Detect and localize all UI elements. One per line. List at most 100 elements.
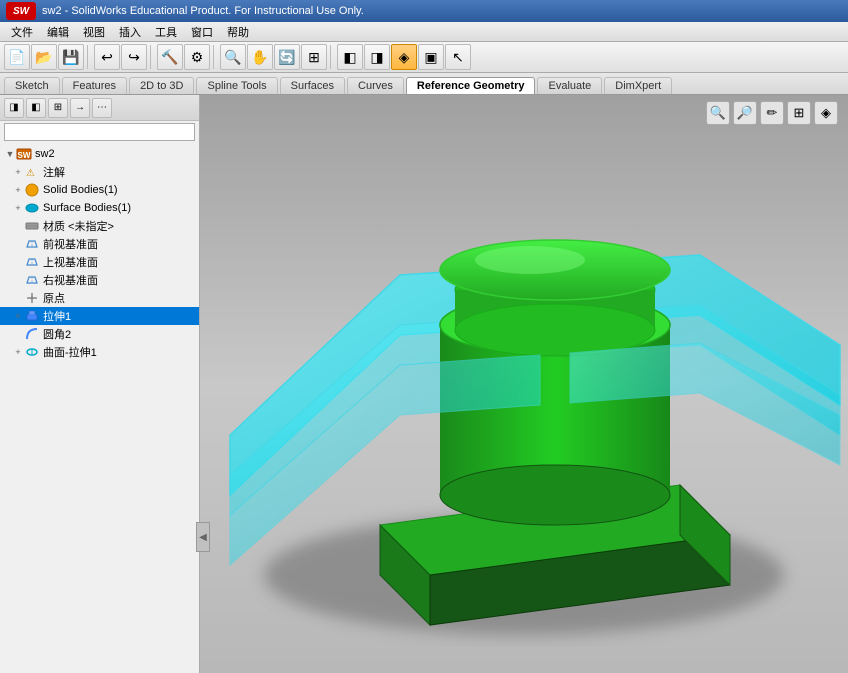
expand-solid-bodies: + — [12, 184, 24, 196]
tree-item-surface-extrude1[interactable]: + 曲面-拉伸1 — [0, 343, 199, 361]
feature-tree: ▼ SW sw2 + ⚠ 注解 + Solid Bodies( — [0, 143, 199, 673]
surface-extrude1-icon — [24, 344, 40, 360]
top-plane-icon — [24, 254, 40, 270]
filter-input[interactable] — [4, 123, 195, 141]
tree-item-surface-bodies[interactable]: + Surface Bodies(1) — [0, 199, 199, 217]
scene-svg — [200, 95, 848, 673]
toolbar-new-btn[interactable]: 📄 — [4, 44, 30, 70]
tree-label-surface-bodies: Surface Bodies(1) — [43, 202, 131, 214]
tab-reference-geometry[interactable]: Reference Geometry — [406, 77, 536, 94]
toolbar-active-btn[interactable]: ◈ — [391, 44, 417, 70]
tab-spline-tools[interactable]: Spline Tools — [196, 77, 277, 94]
toolbar-zoom-btn[interactable]: 🔍 — [220, 44, 246, 70]
vp-zoom-in-btn[interactable]: 🔍 — [706, 101, 730, 125]
vp-zoom-out-btn[interactable]: 🔎 — [733, 101, 757, 125]
tree-label-front-plane: 前视基准面 — [43, 236, 98, 252]
tab-curves[interactable]: Curves — [347, 77, 404, 94]
toolbar-select-btn[interactable]: ↖ — [445, 44, 471, 70]
toolbar-sep-4 — [330, 45, 334, 69]
panel-btn-3[interactable]: ⊞ — [48, 98, 68, 118]
tab-dimxpert[interactable]: DimXpert — [604, 77, 672, 94]
fillet2-icon — [24, 326, 40, 342]
toolbar-redo-btn[interactable]: ↪ — [121, 44, 147, 70]
vp-draw-btn[interactable]: ✏ — [760, 101, 784, 125]
tree-item-right-plane[interactable]: 右视基准面 — [0, 271, 199, 289]
tree-label-annotation: 注解 — [43, 164, 65, 180]
toolbar-section-btn[interactable]: ▣ — [418, 44, 444, 70]
tab-2d-to-3d[interactable]: 2D to 3D — [129, 77, 194, 94]
tree-item-top-plane[interactable]: 上视基准面 — [0, 253, 199, 271]
solidworks-logo: SW — [6, 2, 36, 20]
viewport-toolbar: 🔍 🔎 ✏ ⊞ ◈ — [706, 101, 838, 125]
menu-view[interactable]: 视图 — [76, 23, 112, 41]
panel-btn-4[interactable]: → — [70, 98, 90, 118]
expand-fillet2 — [12, 328, 24, 340]
expand-surface-bodies: + — [12, 202, 24, 214]
menu-file[interactable]: 文件 — [4, 23, 40, 41]
tree-label-material: 材质 <未指定> — [43, 218, 114, 234]
toolbar-rotate-btn[interactable]: 🔄 — [274, 44, 300, 70]
expand-front-plane — [12, 238, 24, 250]
toolbar-sep-2 — [150, 45, 154, 69]
tree-label-surface-extrude1: 曲面-拉伸1 — [43, 344, 97, 360]
tree-item-fillet2[interactable]: 圆角2 — [0, 325, 199, 343]
menu-tools[interactable]: 工具 — [148, 23, 184, 41]
toolbar-display-btn[interactable]: ◨ — [364, 44, 390, 70]
expand-material — [12, 220, 24, 232]
expand-extrude1: + — [12, 310, 24, 322]
tree-item-origin[interactable]: 原点 — [0, 289, 199, 307]
tree-item-solid-bodies[interactable]: + Solid Bodies(1) — [0, 181, 199, 199]
panel-btn-1[interactable]: ◨ — [4, 98, 24, 118]
titlebar: SW sw2 - SolidWorks Educational Product.… — [0, 0, 848, 22]
expand-origin — [12, 292, 24, 304]
toolbar-zoom-fit-btn[interactable]: ⊞ — [301, 44, 327, 70]
toolbar-area: 📄 📂 💾 ↩ ↪ 🔨 ⚙ 🔍 ✋ 🔄 ⊞ ◧ ◨ ◈ ▣ ↖ — [0, 42, 848, 73]
panel-collapse-btn[interactable]: ◀ — [196, 522, 210, 552]
menubar: 文件 编辑 视图 插入 工具 窗口 帮助 — [0, 22, 848, 42]
panel-btn-5[interactable]: ⋯ — [92, 98, 112, 118]
solid-bodies-icon — [24, 182, 40, 198]
menu-edit[interactable]: 编辑 — [40, 23, 76, 41]
3d-viewport[interactable]: 🔍 🔎 ✏ ⊞ ◈ — [200, 95, 848, 673]
filter-box[interactable] — [4, 123, 195, 141]
tab-surfaces[interactable]: Surfaces — [280, 77, 345, 94]
tree-label-solid-bodies: Solid Bodies(1) — [43, 184, 118, 196]
panel-btn-2[interactable]: ◧ — [26, 98, 46, 118]
vp-grid-btn[interactable]: ⊞ — [787, 101, 811, 125]
toolbar-save-btn[interactable]: 💾 — [58, 44, 84, 70]
feature-tree-panel: ◨ ◧ ⊞ → ⋯ ▼ SW sw2 + ⚠ 注 — [0, 95, 200, 673]
toolbar-options-btn[interactable]: ⚙ — [184, 44, 210, 70]
tab-sketch[interactable]: Sketch — [4, 77, 60, 94]
toolbar-undo-btn[interactable]: ↩ — [94, 44, 120, 70]
surface-bodies-icon — [24, 200, 40, 216]
tree-label-fillet2: 圆角2 — [43, 326, 71, 342]
title-text: sw2 - SolidWorks Educational Product. Fo… — [42, 5, 364, 17]
right-plane-icon — [24, 272, 40, 288]
toolbar-open-btn[interactable]: 📂 — [31, 44, 57, 70]
toolbar-row: 📄 📂 💾 ↩ ↪ 🔨 ⚙ 🔍 ✋ 🔄 ⊞ ◧ ◨ ◈ ▣ ↖ — [0, 42, 848, 72]
tree-item-extrude1[interactable]: + 拉伸1 — [0, 307, 199, 325]
tree-item-annotation[interactable]: + ⚠ 注解 — [0, 163, 199, 181]
vp-orient-btn[interactable]: ◈ — [814, 101, 838, 125]
menu-window[interactable]: 窗口 — [184, 23, 220, 41]
tree-label-origin: 原点 — [43, 290, 65, 306]
expand-icon: ▼ — [4, 148, 16, 160]
panel-toolbar: ◨ ◧ ⊞ → ⋯ — [0, 95, 199, 121]
toolbar-rebuild-btn[interactable]: 🔨 — [157, 44, 183, 70]
expand-top-plane — [12, 256, 24, 268]
toolbar-pan-btn[interactable]: ✋ — [247, 44, 273, 70]
tab-features[interactable]: Features — [62, 77, 127, 94]
expand-surface-extrude1: + — [12, 346, 24, 358]
menu-help[interactable]: 帮助 — [220, 23, 256, 41]
root-icon: SW — [16, 146, 32, 162]
tree-item-material[interactable]: 材质 <未指定> — [0, 217, 199, 235]
svg-text:⚠: ⚠ — [26, 168, 35, 179]
origin-icon — [24, 290, 40, 306]
main-area: ◨ ◧ ⊞ → ⋯ ▼ SW sw2 + ⚠ 注 — [0, 95, 848, 673]
expand-annotation: + — [12, 166, 24, 178]
tab-evaluate[interactable]: Evaluate — [537, 77, 602, 94]
tree-item-sw2[interactable]: ▼ SW sw2 — [0, 145, 199, 163]
menu-insert[interactable]: 插入 — [112, 23, 148, 41]
toolbar-view-orient-btn[interactable]: ◧ — [337, 44, 363, 70]
tree-item-front-plane[interactable]: 前视基准面 — [0, 235, 199, 253]
